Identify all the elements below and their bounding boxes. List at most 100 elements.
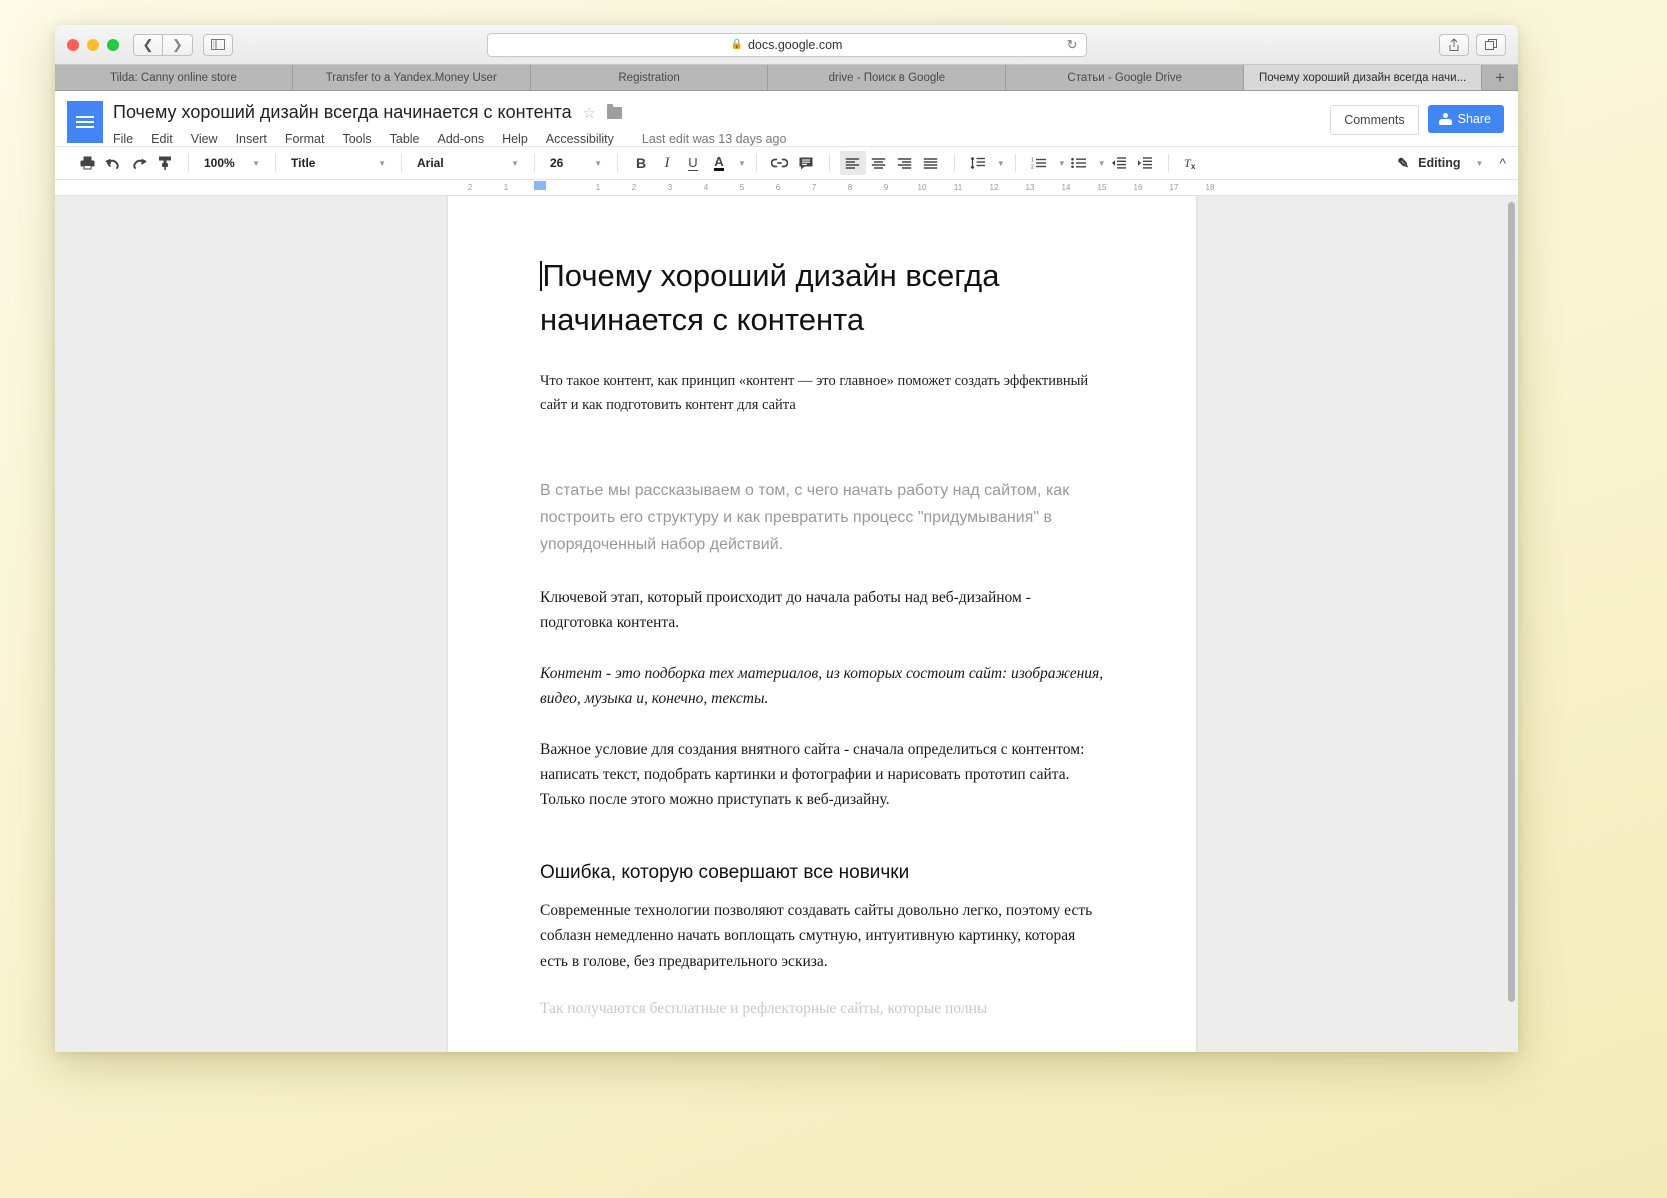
chevron-down-icon: ▼	[252, 158, 260, 168]
folder-icon[interactable]	[607, 103, 623, 119]
forward-icon[interactable]: ❯	[163, 33, 193, 56]
chevron-down-icon[interactable]: ▼	[1476, 159, 1484, 168]
browser-tab[interactable]: Registration	[530, 65, 769, 90]
share-button-label: Share	[1457, 112, 1491, 126]
line-spacing-icon[interactable]	[965, 151, 991, 175]
print-icon[interactable]	[74, 151, 100, 175]
menu-item-table[interactable]: Table	[390, 132, 420, 146]
document-canvas[interactable]: Почему хороший дизайн всегда начинается …	[55, 196, 1518, 1052]
document-page[interactable]: Почему хороший дизайн всегда начинается …	[448, 196, 1196, 1052]
document-paragraph-4[interactable]: Современные технологии позволяют создава…	[540, 898, 1104, 973]
add-comment-icon[interactable]	[793, 151, 819, 175]
minimize-window-button[interactable]	[87, 38, 99, 51]
close-window-button[interactable]	[67, 38, 79, 51]
paint-format-icon[interactable]	[152, 151, 178, 175]
vertical-scrollbar[interactable]	[1508, 202, 1515, 1002]
document-heading-2[interactable]: Ошибка, которую совершают все новички	[540, 862, 1104, 884]
chevron-down-icon[interactable]: ▼	[1098, 159, 1106, 168]
bold-button[interactable]: B	[628, 151, 654, 175]
browser-tab[interactable]: Статьи - Google Drive	[1006, 65, 1245, 90]
ruler-label: 1	[503, 183, 509, 192]
star-icon[interactable]: ☆	[583, 104, 596, 122]
menu-item-tools[interactable]: Tools	[342, 132, 371, 146]
back-icon[interactable]: ❮	[133, 33, 163, 56]
redo-icon[interactable]	[126, 151, 152, 175]
toolbar-group-spacing: ▼	[958, 147, 1012, 179]
align-justify-icon[interactable]	[918, 151, 944, 175]
document-ruler[interactable]: 2 1 1 2 3 4 5 6 7 8 9 10 11 12 13 14 15 …	[55, 180, 1518, 196]
align-center-icon[interactable]	[866, 151, 892, 175]
ruler-label: 11	[953, 183, 963, 192]
document-paragraph-3[interactable]: Важное условие для создания внятного сай…	[540, 737, 1104, 812]
toolbar-separator	[534, 154, 535, 172]
menu-item-edit[interactable]: Edit	[151, 132, 173, 146]
reload-icon[interactable]: ↻	[1067, 37, 1078, 53]
increase-indent-icon[interactable]	[1132, 151, 1158, 175]
align-right-icon[interactable]	[892, 151, 918, 175]
menu-item-addons[interactable]: Add-ons	[438, 132, 485, 146]
menu-item-help[interactable]: Help	[502, 132, 528, 146]
google-docs-logo[interactable]	[67, 101, 103, 143]
chevron-down-icon: ▼	[594, 158, 602, 168]
document-title[interactable]: Почему хороший дизайн всегда начинается …	[113, 102, 572, 123]
ruler-label: 16	[1133, 183, 1143, 192]
toolbar-group-textformat: B I U A ▼	[621, 147, 753, 179]
text-color-button[interactable]: A	[706, 151, 732, 175]
browser-tab[interactable]: Transfer to a Yandex.Money User	[292, 65, 531, 90]
document-paragraph-italic[interactable]: Контент - это подборка тех материалов, и…	[540, 661, 1104, 711]
browser-tab-active[interactable]: Почему хороший дизайн всегда начи...	[1244, 65, 1482, 90]
tabs-overview-icon[interactable]	[1476, 33, 1506, 56]
sidebar-icon[interactable]	[203, 33, 233, 56]
decrease-indent-icon[interactable]	[1106, 151, 1132, 175]
ruler-label: 1	[595, 183, 601, 192]
share-icon[interactable]	[1439, 33, 1469, 56]
document-subtitle[interactable]: Что такое контент, как принцип «контент …	[540, 370, 1104, 417]
document-paragraph-5-cut[interactable]: Так получаются бесплатные и рефлекторные…	[540, 996, 1104, 1021]
ruler-track: 2 1 1 2 3 4 5 6 7 8 9 10 11 12 13 14 15 …	[448, 180, 1518, 195]
menu-item-accessibility[interactable]: Accessibility	[546, 132, 614, 146]
toolbar-group-zoom: 100% ▼	[192, 147, 272, 179]
last-edit-status[interactable]: Last edit was 13 days ago	[642, 132, 787, 146]
browser-window: ❮ ❯ 🔒 docs.google.com ↻ Tilda: Canny onl…	[55, 25, 1518, 1052]
address-bar[interactable]: 🔒 docs.google.com ↻	[486, 32, 1087, 57]
menu-item-format[interactable]: Format	[285, 132, 325, 146]
docs-menu-bar: File Edit View Insert Format Tools Table…	[113, 132, 1330, 146]
italic-button[interactable]: I	[654, 151, 680, 175]
toolbar-separator	[1167, 154, 1169, 172]
toolbar-separator	[953, 154, 955, 172]
menu-item-file[interactable]: File	[113, 132, 133, 146]
document-heading-1[interactable]: Почему хороший дизайн всегда начинается …	[540, 254, 1104, 342]
ruler-label: 3	[667, 183, 673, 192]
link-icon[interactable]	[767, 151, 793, 175]
document-body[interactable]: Почему хороший дизайн всегда начинается …	[448, 196, 1196, 1021]
chevron-up-icon[interactable]: ^	[1499, 155, 1506, 171]
maximize-window-button[interactable]	[107, 38, 119, 51]
numbered-list-icon[interactable]: 12	[1026, 151, 1052, 175]
share-button[interactable]: Share	[1427, 105, 1504, 133]
browser-tab[interactable]: Tilda: Canny online store	[55, 65, 293, 90]
paragraph-style-selector[interactable]: Title ▼	[286, 151, 391, 175]
toolbar-group-size: 26 ▼	[538, 147, 614, 179]
menu-item-view[interactable]: View	[191, 132, 218, 146]
chevron-down-icon[interactable]: ▼	[1058, 159, 1066, 168]
document-paragraph-1[interactable]: Ключевой этап, который происходит до нач…	[540, 585, 1104, 635]
editing-mode-button[interactable]: ✎ Editing ▼	[1397, 155, 1483, 172]
align-left-icon[interactable]	[839, 151, 866, 175]
indent-marker[interactable]	[534, 181, 546, 190]
bulleted-list-icon[interactable]	[1066, 151, 1092, 175]
undo-icon[interactable]	[100, 151, 126, 175]
ruler-label: 13	[1025, 183, 1035, 192]
chevron-down-icon[interactable]: ▼	[738, 159, 746, 168]
comments-button[interactable]: Comments	[1330, 105, 1419, 135]
underline-button[interactable]: U	[680, 151, 706, 175]
browser-tab[interactable]: drive - Поиск в Google	[768, 65, 1007, 90]
document-intro-paragraph[interactable]: В статье мы рассказываем о том, с чего н…	[540, 477, 1104, 559]
font-size-selector[interactable]: 26 ▼	[545, 151, 607, 175]
zoom-selector[interactable]: 100% ▼	[199, 151, 265, 175]
chevron-down-icon[interactable]: ▼	[997, 159, 1005, 168]
new-tab-button[interactable]: +	[1481, 65, 1518, 90]
clear-formatting-icon[interactable]: Tx	[1179, 151, 1205, 175]
window-controls	[67, 38, 119, 51]
font-family-selector[interactable]: Arial ▼	[412, 151, 524, 175]
menu-item-insert[interactable]: Insert	[236, 132, 267, 146]
